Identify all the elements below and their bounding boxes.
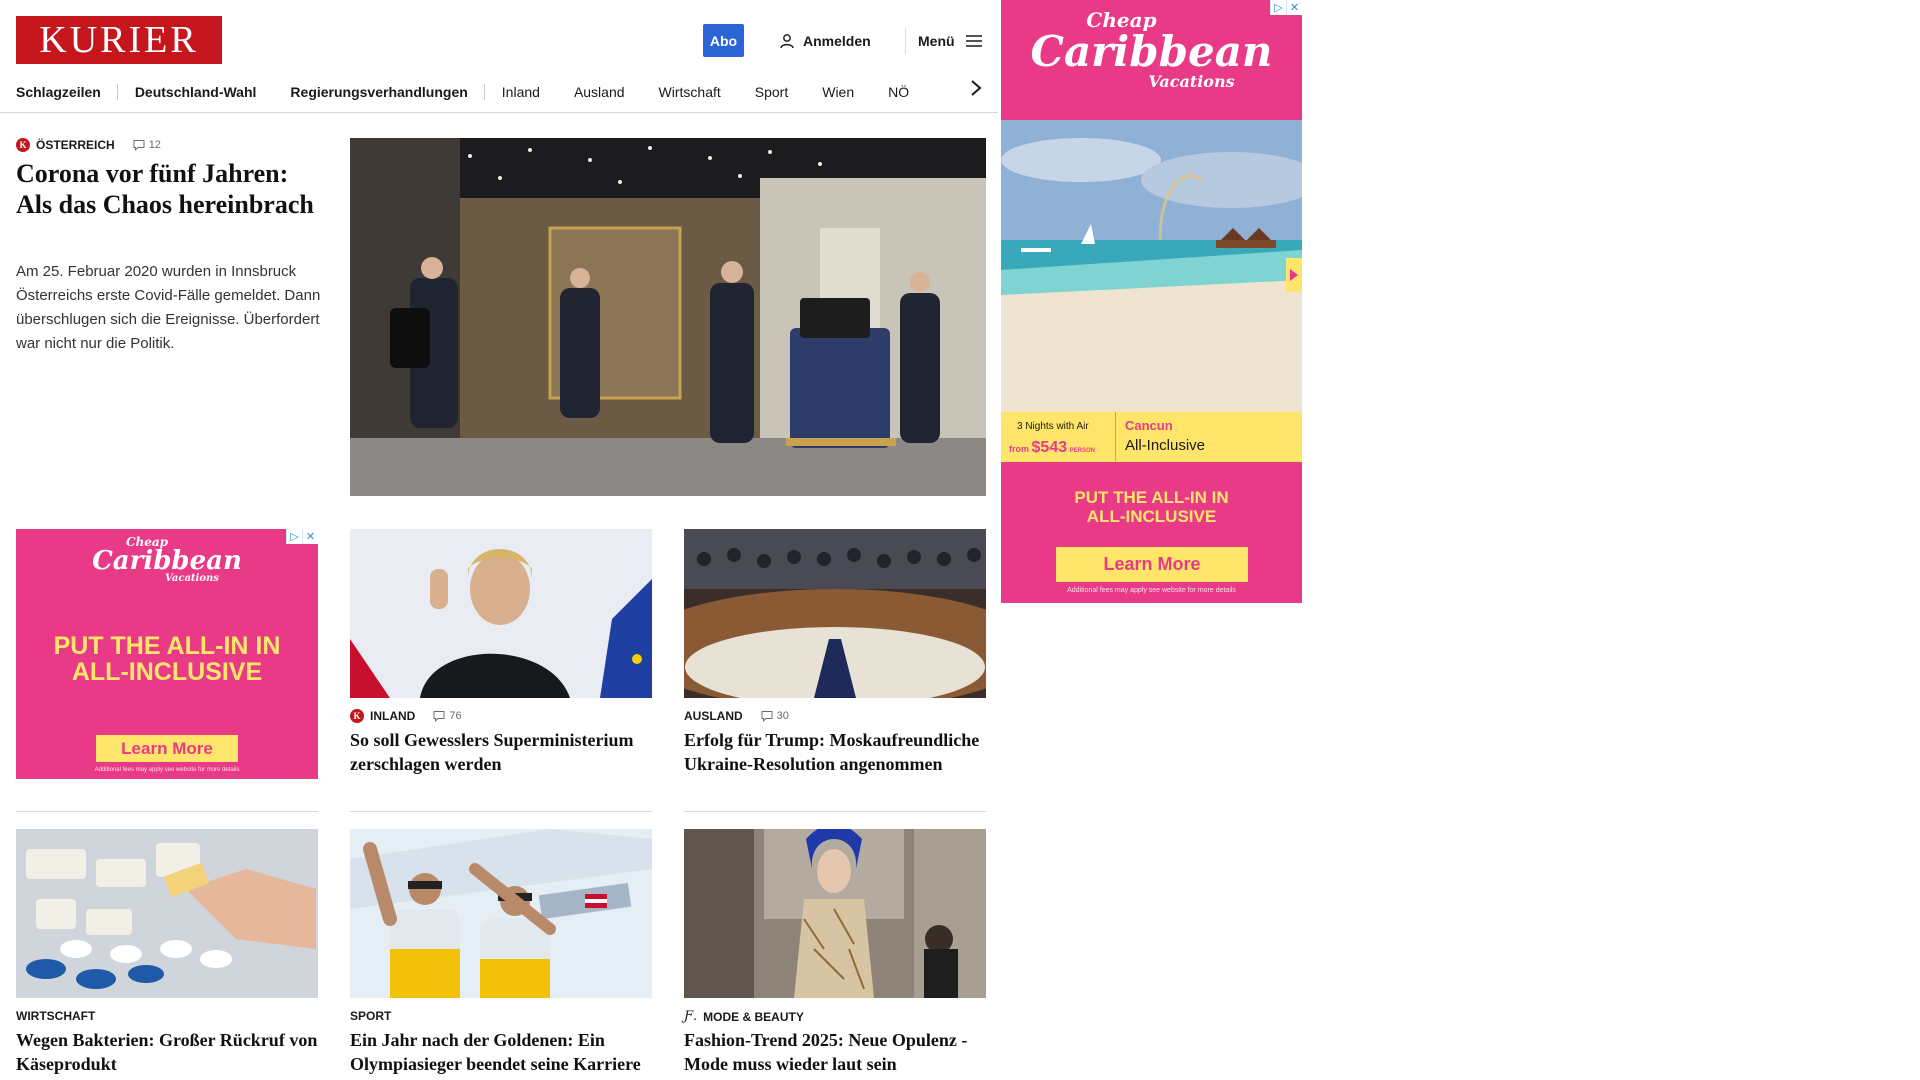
hamburger-icon	[965, 34, 982, 47]
ad-nights: 3 Nights with Air	[1017, 421, 1089, 432]
kurier-plus-icon: K	[16, 138, 30, 152]
menu-button[interactable]: Menü	[918, 24, 983, 57]
ad-learn-more-button[interactable]: Learn More	[96, 735, 238, 762]
lead-comment-count: 12	[148, 139, 161, 151]
login-button[interactable]: Anmelden	[779, 24, 871, 57]
nav-item-wien[interactable]: Wien	[805, 76, 871, 108]
nav-item-deutschland-wahl[interactable]: Deutschland-Wahl	[118, 76, 274, 108]
card-category[interactable]: Mode & Beauty	[703, 1010, 804, 1024]
card-category[interactable]: Sport	[350, 1009, 391, 1023]
card-divider	[684, 811, 986, 812]
card-meta-ausland: Ausland 30	[684, 709, 789, 723]
fashion-street-photo	[684, 829, 986, 998]
card-title-inland[interactable]: So soll Gewesslers Superministerium zers…	[350, 728, 652, 776]
ad-destination-box: Cancun All-Inclusive	[1125, 418, 1205, 454]
lead-image[interactable]	[350, 138, 986, 496]
comment-icon	[433, 711, 445, 722]
ad-price-box: 3 Nights with Air from $543 PERSON	[1001, 412, 1116, 462]
card-title-ausland[interactable]: Erfolg für Trump: Moskaufreundliche Ukra…	[684, 728, 986, 776]
kurier-plus-icon: K	[350, 709, 364, 723]
ad-fine-print: Additional fees may apply see website fo…	[94, 767, 240, 773]
menu-label: Menü	[918, 32, 955, 49]
nav-next-button[interactable]	[964, 76, 988, 100]
nav-item-schlagzeilen[interactable]: Schlagzeilen	[16, 76, 118, 108]
hotel-entrance-photo	[350, 138, 986, 496]
lead-teaser[interactable]: Am 25. Februar 2020 wurden in Innsbruck …	[16, 260, 326, 356]
header-divider	[905, 28, 906, 54]
ad-next-arrow[interactable]	[1286, 258, 1302, 292]
politician-photo	[350, 529, 652, 698]
ad-deal-box[interactable]: 3 Nights with Air from $543 PERSON Cancu…	[1001, 412, 1302, 462]
comment-icon	[133, 140, 145, 151]
card-meta-wirtschaft: Wirtschaft	[16, 1009, 95, 1023]
lead-category[interactable]: Österreich	[36, 138, 115, 152]
user-icon	[780, 33, 794, 48]
card-image-inland[interactable]	[350, 529, 652, 698]
card-category[interactable]: Ausland	[684, 709, 743, 723]
ad-package: All-Inclusive	[1125, 437, 1206, 454]
nav-item-regierungsverhandlungen[interactable]: Regierungsverhandlungen	[273, 76, 486, 108]
ad-learn-more-button[interactable]: Learn More	[1056, 547, 1248, 582]
card-divider	[350, 811, 652, 812]
card-comments[interactable]: 76	[433, 710, 462, 722]
ad-headline: PUT THE ALL-IN IN ALL-INCLUSIVE	[1074, 488, 1229, 526]
lead-title[interactable]: Corona vor fünf Jahren: Als das Chaos he…	[16, 158, 316, 220]
card-category[interactable]: Wirtschaft	[16, 1009, 95, 1023]
card-title-wirtschaft[interactable]: Wegen Bakterien: Großer Rückruf von Käse…	[16, 1028, 318, 1076]
ad-fine-print: Additional fees may apply see website fo…	[1067, 587, 1236, 594]
chevron-right-icon	[971, 80, 982, 96]
beach-photo	[1001, 120, 1302, 412]
lead-meta: K Österreich 12	[16, 138, 161, 152]
cheese-shelf-photo	[16, 829, 318, 998]
card-image-ausland[interactable]	[684, 529, 986, 698]
card-divider	[16, 811, 318, 812]
card-meta-mode: ƒ. Mode & Beauty	[684, 1009, 804, 1024]
nav-item-noe[interactable]: NÖ	[871, 76, 926, 108]
card-title-sport[interactable]: Ein Jahr nach der Goldenen: Ein Olympias…	[350, 1028, 652, 1076]
nav-item-wirtschaft[interactable]: Wirtschaft	[642, 76, 738, 108]
card-comment-count: 30	[776, 710, 789, 722]
section-nav: Schlagzeilen Deutschland-Wahl Regierungs…	[0, 72, 998, 113]
card-image-mode[interactable]	[684, 829, 986, 998]
card-title-mode[interactable]: Fashion-Trend 2025: Neue Opulenz - Mode …	[684, 1028, 986, 1076]
ad-headline: PUT THE ALL-IN IN ALL-INCLUSIVE	[53, 632, 281, 686]
card-comments[interactable]: 30	[761, 710, 789, 722]
card-category[interactable]: Inland	[370, 709, 415, 723]
card-comment-count: 76	[449, 710, 462, 722]
freizeit-icon: ƒ.	[684, 1009, 698, 1024]
login-label: Anmelden	[803, 32, 871, 49]
sailing-athletes-photo	[350, 829, 652, 998]
inline-advertisement[interactable]: ▷ ✕ Cheap Caribbean Vacations PUT THE AL…	[16, 529, 318, 779]
sidebar-advertisement[interactable]: ▷ ✕ Cheap Caribbean Vacations 3 Nights w…	[1001, 0, 1302, 603]
abo-button[interactable]: Abo	[703, 24, 744, 57]
un-security-council-photo	[684, 529, 986, 698]
ad-price: from $543 PERSON	[1009, 439, 1095, 456]
card-image-sport[interactable]	[350, 829, 652, 998]
card-meta-inland: K Inland 76	[350, 709, 462, 723]
ad-brand-logo: Cheap Caribbean Vacations	[92, 535, 242, 584]
ad-destination: Cancun	[1125, 418, 1173, 433]
nav-item-sport[interactable]: Sport	[738, 76, 805, 108]
lead-comments[interactable]: 12	[133, 139, 161, 151]
comment-icon	[761, 711, 773, 722]
nav-item-ausland[interactable]: Ausland	[557, 76, 642, 108]
card-image-wirtschaft[interactable]	[16, 829, 318, 998]
nav-item-inland[interactable]: Inland	[485, 76, 557, 108]
ad-brand-logo: Cheap Caribbean Vacations	[1030, 8, 1273, 91]
kurier-logo[interactable]: KURIER	[16, 16, 222, 64]
card-meta-sport: Sport	[350, 1009, 391, 1023]
play-arrow-icon	[1290, 269, 1298, 281]
